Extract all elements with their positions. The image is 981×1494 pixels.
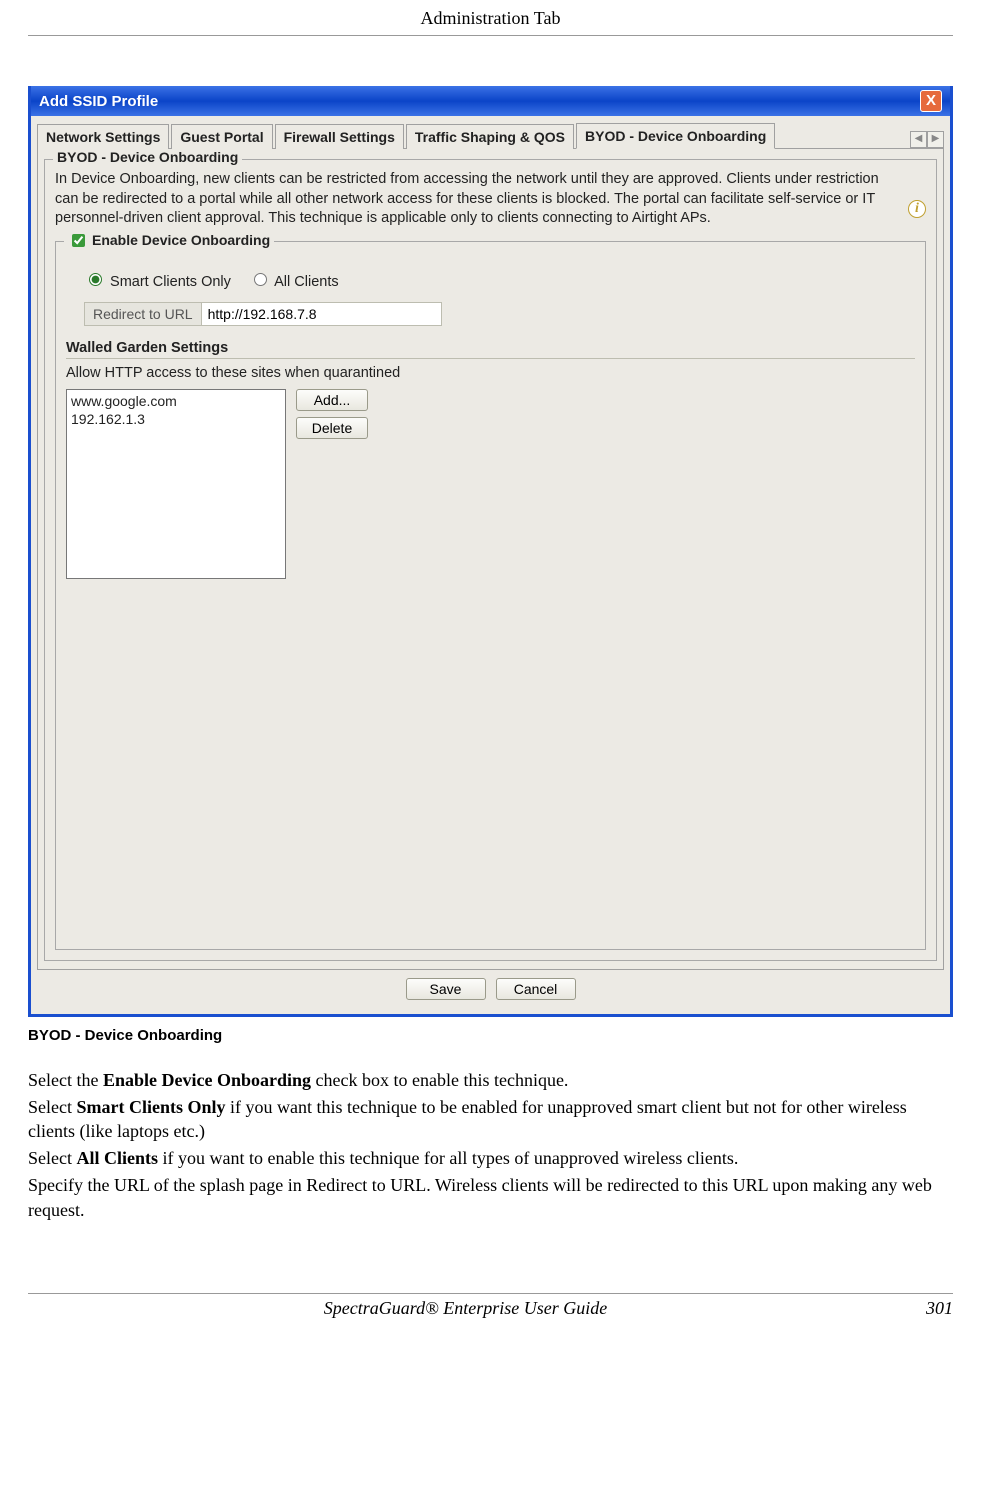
list-item[interactable]: www.google.com [71, 392, 281, 410]
titlebar: Add SSID Profile X [31, 86, 950, 116]
footer-page-number: 301 [903, 1298, 953, 1319]
radio-smart-label: Smart Clients Only [110, 274, 231, 290]
radio-all-label: All Clients [274, 274, 338, 290]
radio-smart-clients[interactable]: Smart Clients Only [84, 270, 231, 290]
save-button[interactable]: Save [406, 978, 486, 1000]
add-button[interactable]: Add... [296, 389, 368, 411]
byod-description: In Device Onboarding, new clients can be… [55, 170, 900, 229]
tab-firewall-settings[interactable]: Firewall Settings [275, 124, 404, 149]
footer-guide-name: SpectraGuard® Enterprise User Guide [28, 1298, 903, 1319]
redirect-url-label: Redirect to URL [84, 302, 202, 326]
cancel-button[interactable]: Cancel [496, 978, 576, 1000]
figure-caption: BYOD - Device Onboarding [28, 1027, 953, 1044]
enable-fieldset: Enable Device Onboarding Smart Clients O… [55, 241, 926, 950]
tab-scroll-left-icon[interactable]: ◀ [910, 131, 927, 148]
info-icon[interactable]: i [908, 200, 926, 218]
walled-garden-title: Walled Garden Settings [66, 330, 915, 359]
tab-strip: Network Settings Guest Portal Firewall S… [37, 122, 944, 149]
dialog-title: Add SSID Profile [39, 93, 158, 110]
tab-byod[interactable]: BYOD - Device Onboarding [576, 123, 775, 149]
doc-paragraph-4: Specify the URL of the splash page in Re… [28, 1173, 953, 1223]
walled-site-list[interactable]: www.google.com 192.162.1.3 [66, 389, 286, 579]
page-footer: SpectraGuard® Enterprise User Guide 301 [28, 1293, 953, 1319]
enable-onboarding-checkbox[interactable] [72, 234, 85, 247]
enable-checkbox-legend[interactable]: Enable Device Onboarding [64, 231, 274, 250]
doc-paragraph-1: Select the Enable Device Onboarding chec… [28, 1068, 953, 1093]
delete-button[interactable]: Delete [296, 417, 368, 439]
doc-paragraph-3: Select All Clients if you want to enable… [28, 1146, 953, 1171]
tab-scroll-right-icon[interactable]: ▶ [927, 131, 944, 148]
byod-fieldset: BYOD - Device Onboarding In Device Onboa… [44, 159, 937, 961]
tab-traffic-shaping[interactable]: Traffic Shaping & QOS [406, 124, 574, 149]
dialog-screenshot: Add SSID Profile X Network Settings Gues… [28, 86, 953, 1017]
list-item[interactable]: 192.162.1.3 [71, 410, 281, 428]
tab-network-settings[interactable]: Network Settings [37, 124, 169, 149]
enable-onboarding-label: Enable Device Onboarding [92, 232, 270, 248]
walled-garden-desc: Allow HTTP access to these sites when qu… [66, 365, 915, 381]
redirect-url-input[interactable] [202, 302, 442, 326]
page-header: Administration Tab [28, 8, 953, 36]
byod-fieldset-legend: BYOD - Device Onboarding [53, 149, 242, 165]
radio-all-clients[interactable]: All Clients [249, 270, 339, 290]
close-icon[interactable]: X [920, 90, 942, 112]
tab-guest-portal[interactable]: Guest Portal [171, 124, 272, 149]
dialog-footer: Save Cancel [37, 970, 944, 1004]
doc-paragraph-2: Select Smart Clients Only if you want th… [28, 1095, 953, 1145]
radio-all-input[interactable] [254, 273, 267, 286]
radio-smart-input[interactable] [89, 273, 102, 286]
